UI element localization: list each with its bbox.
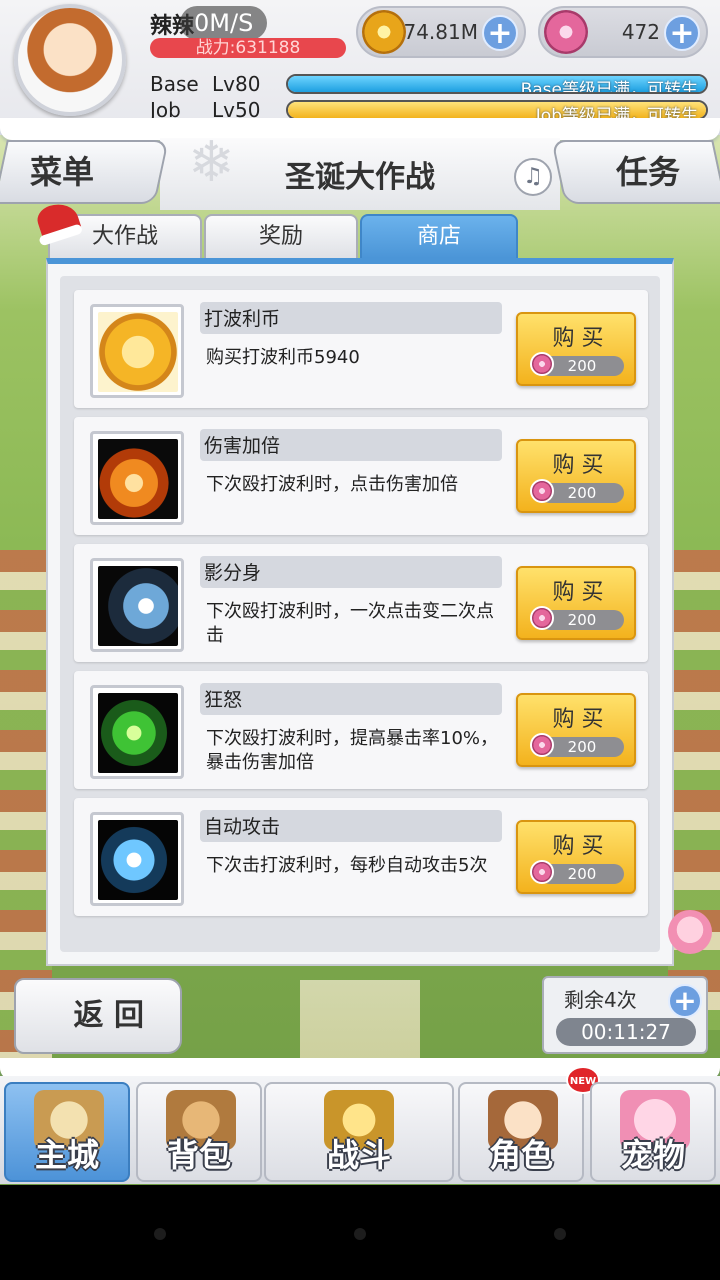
buy-label: 购 买 [552,707,604,732]
tabbar-label: 战斗 [326,1136,391,1174]
buy-label: 购 买 [552,580,604,605]
buy-button[interactable]: 购 买 200 [516,439,636,513]
attempts-remaining-box: 剩余4次 + 00:11:27 [542,976,708,1054]
app-root: 辣辣 0M/S 战力:631188 74.81M + 472 + Base Lv… [0,0,720,1280]
attempts-remaining: 剩余4次 [564,988,637,1012]
snowflake-icon: ❄ [188,130,235,195]
nav-recents-dot[interactable] [554,1228,566,1240]
gem-icon [530,352,554,376]
base-exp-status: Base等级已满，可转生 [520,80,698,94]
add-gem-button[interactable]: + [664,15,700,51]
buy-button[interactable]: 购 买 200 [516,693,636,767]
base-level: Lv80 [212,72,261,96]
gem-icon [530,733,554,757]
item-name-bar [200,683,502,715]
gem-counter: 472 + [538,6,708,58]
item-icon-frame [90,558,184,652]
auto-attack-icon [98,820,178,900]
shop-item: 打波利币 购买打波利币5940 购 买 200 [74,290,648,408]
nav-back-dot[interactable] [154,1228,166,1240]
shop-item: 影分身 下次殴打波利时，一次点击变二次点击 购 买 200 [74,544,648,662]
item-name: 伤害加倍 [204,435,281,457]
base-exp-bar: Base等级已满，可转生 [286,74,708,94]
item-icon-frame [90,431,184,525]
tab-rewards[interactable]: 奖励 [204,214,358,260]
tabbar-label: 背包 [166,1136,231,1174]
nav-home-dot[interactable] [354,1228,366,1240]
add-zeny-button[interactable]: + [482,15,518,51]
item-description: 下次击打波利时，每秒自动攻击5次 [206,855,488,876]
tabbar-main-city[interactable]: 主城 [4,1082,130,1182]
tabbar-character[interactable]: 角色 [458,1082,584,1182]
floating-pet-icon[interactable] [668,910,712,954]
gem-icon [530,860,554,884]
buy-label: 购 买 [552,326,604,351]
player-avatar[interactable] [14,4,126,116]
buy-button[interactable]: 购 买 200 [516,820,636,894]
player-header: 辣辣 0M/S 战力:631188 74.81M + 472 + Base Lv… [0,0,720,135]
item-description: 购买打波利币5940 [206,347,360,368]
shop-item: 伤害加倍 下次殴打波利时，点击伤害加倍 购 买 200 [74,417,648,535]
menu-button[interactable]: 菜单 [0,140,169,204]
gem-icon [530,479,554,503]
back-button[interactable]: 返 回 [14,978,182,1054]
snow-border [0,118,720,140]
buy-label: 购 买 [552,453,604,478]
item-name: 狂怒 [204,689,243,711]
item-description: 下次殴打波利时，提高暴击率10%，暴击伤害加倍 [206,728,499,773]
tabbar-bag[interactable]: 背包 [136,1082,262,1182]
zeny-value: 74.81M [403,20,478,44]
tabbar-label: 角色 [488,1136,553,1174]
tabbar-pet[interactable]: 宠物 [590,1082,716,1182]
combat-power: 战力:631188 [150,38,346,58]
zeny-coin-icon [362,10,406,54]
christmas-bell-icon[interactable]: ♫ [514,158,552,196]
buy-label: 购 买 [552,834,604,859]
gem-value: 472 [621,20,660,44]
quest-label: 任务 [616,153,681,191]
base-label: Base [150,72,199,96]
menu-label: 菜单 [30,153,95,191]
item-name: 影分身 [204,562,262,584]
tabbar-battle[interactable]: 战斗 [264,1082,454,1182]
tabbar-label: 宠物 [620,1136,685,1174]
shop-item: 自动攻击 下次击打波利时，每秒自动攻击5次 购 买 200 [74,798,648,916]
item-name: 打波利币 [204,308,281,330]
gem-icon [530,606,554,630]
shop-item: 狂怒 下次殴打波利时，提高暴击率10%，暴击伤害加倍 购 买 200 [74,671,648,789]
quest-button[interactable]: 任务 [551,140,720,204]
rage-icon [98,693,178,773]
fire-damage-icon [98,439,178,519]
item-icon-frame [90,304,184,398]
tabbar-label: 主城 [34,1136,99,1174]
item-name: 自动攻击 [204,816,281,838]
job-exp-bar: Job等级已满，可转生 [286,100,708,120]
buy-button[interactable]: 购 买 200 [516,312,636,386]
item-icon-frame [90,685,184,779]
fist-coin-icon [98,312,178,392]
tab-shop[interactable]: 商店 [360,214,518,260]
item-description: 下次殴打波利时，一次点击变二次点击 [206,601,494,646]
zeny-counter: 74.81M + [356,6,526,58]
shop-panel: 打波利币 购买打波利币5940 购 买 200 伤害加倍 下次殴打波利时，点击伤… [46,258,674,966]
network-speed-overlay: 0M/S [180,6,268,40]
buy-button[interactable]: 购 买 200 [516,566,636,640]
add-attempts-button[interactable]: + [668,984,702,1018]
item-description: 下次殴打波利时，点击伤害加倍 [206,474,458,495]
countdown-timer: 00:11:27 [556,1018,696,1046]
gem-icon [544,10,588,54]
shop-list: 打波利币 购买打波利币5940 购 买 200 伤害加倍 下次殴打波利时，点击伤… [60,276,660,952]
item-icon-frame [90,812,184,906]
houses-right-decoration [668,550,720,1030]
shadow-clone-icon [98,566,178,646]
